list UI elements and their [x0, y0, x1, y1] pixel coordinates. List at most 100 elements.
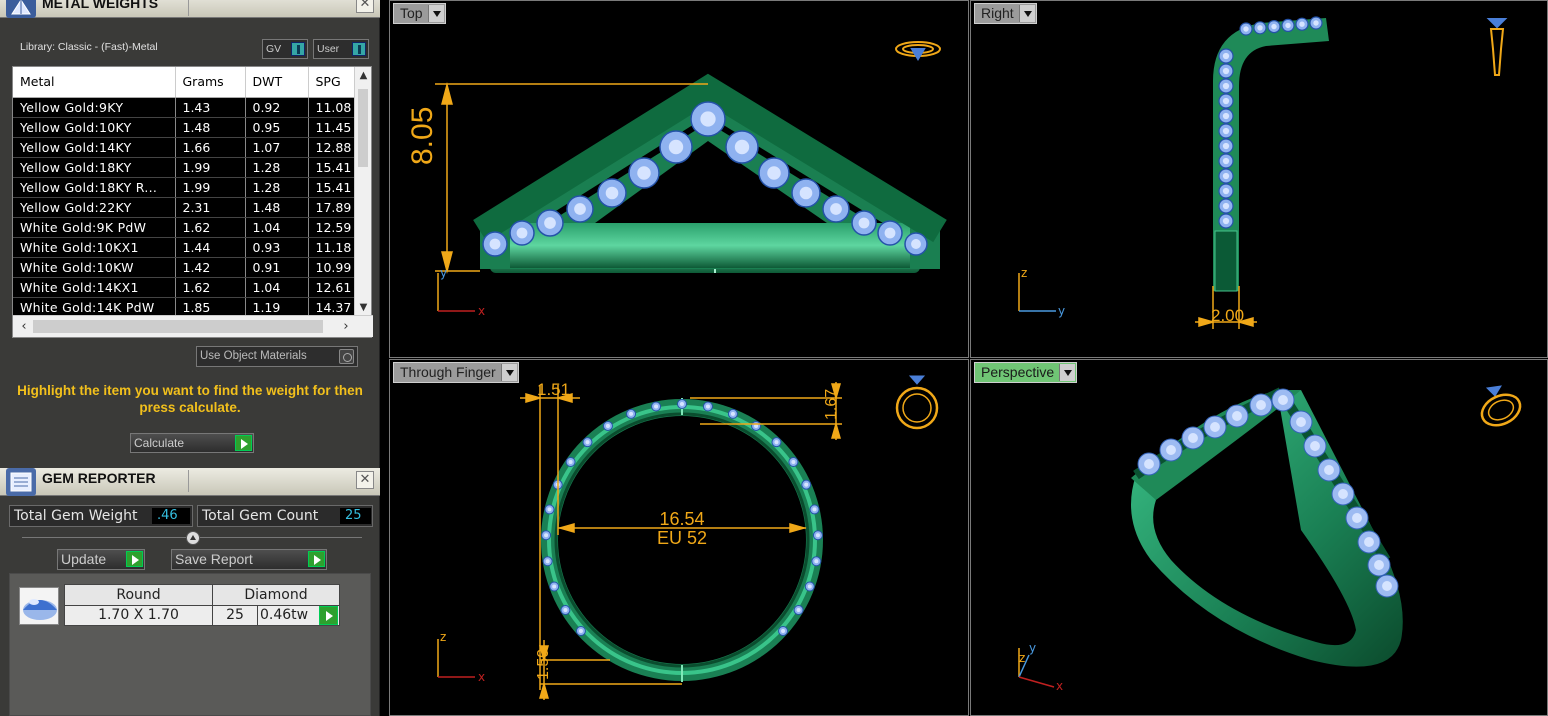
table-row[interactable]: Yellow Gold:9KY 1.43 0.92 11.08 — [13, 97, 356, 118]
calculate-button[interactable]: Calculate — [130, 433, 254, 453]
spg-cell: 11.18 — [308, 237, 356, 258]
dropdown-arrow-icon[interactable] — [427, 5, 444, 22]
table-row[interactable]: Yellow Gold:10KY 1.48 0.95 11.45 — [13, 117, 356, 138]
viewport-right[interactable]: 2.00 z y Right — [970, 0, 1548, 358]
dwt-cell: 1.48 — [245, 197, 309, 218]
gem-highlight — [1310, 441, 1320, 451]
svg-text:z: z — [440, 630, 446, 644]
svg-text:x: x — [478, 304, 485, 318]
total-gem-count-label: Total Gem Count — [202, 508, 319, 524]
gem-highlight — [799, 186, 813, 200]
tab-perspective[interactable]: Perspective — [974, 362, 1078, 383]
ring-orientation-icon — [1480, 385, 1522, 427]
gem-highlight — [1222, 142, 1230, 150]
gem-highlight — [1299, 21, 1305, 27]
tab-perspective-label: Perspective — [981, 364, 1055, 380]
column-header-grams[interactable]: Grams — [175, 67, 246, 98]
gem-highlight — [767, 166, 781, 180]
gem-highlight — [629, 411, 634, 416]
gv-toggle[interactable]: GV — [262, 39, 308, 59]
instruction-text: Highlight the item you want to find the … — [17, 383, 363, 415]
grams-cell: 2.31 — [175, 197, 246, 218]
table-row[interactable]: White Gold:14KX1 1.62 1.04 12.61 — [13, 277, 356, 298]
dimension-inner-diameter: 16.54 — [659, 509, 704, 529]
grams-cell: 1.48 — [175, 117, 246, 138]
use-object-materials-option[interactable]: Use Object Materials — [196, 346, 358, 367]
calculate-label: Calculate — [134, 436, 185, 450]
metal-table: Metal Grams DWT SPG Yellow Gold:9KY 1.43 0… — [13, 67, 356, 318]
gem-highlight — [791, 459, 796, 465]
column-header-dwt[interactable]: DWT — [245, 67, 309, 98]
gem-highlight — [637, 166, 651, 180]
scroll-up-icon[interactable]: ▲ — [355, 67, 372, 85]
play-icon[interactable] — [319, 606, 338, 625]
gem-highlight — [1285, 22, 1291, 29]
scroll-thumb[interactable] — [358, 89, 368, 167]
ring-size-label: EU 52 — [657, 528, 707, 548]
gem-row[interactable]: Round Diamond 1.70 X 1.70 25 0.46tw — [64, 584, 340, 626]
viewport-perspective[interactable]: z y x Perspective — [970, 359, 1548, 716]
total-gem-weight-value: .46 — [152, 508, 190, 524]
close-icon[interactable]: ✕ — [356, 0, 374, 13]
table-row[interactable]: White Gold:10KW 1.42 0.91 10.99 — [13, 257, 356, 278]
gem-highlight — [730, 411, 735, 416]
spg-cell: 14.37 — [308, 297, 356, 318]
metal-weights-icon — [6, 0, 36, 18]
table-row[interactable]: Yellow Gold:18KY R... 1.99 1.28 15.41 — [13, 177, 356, 198]
spg-cell: 11.45 — [308, 117, 356, 138]
gem-highlight — [1364, 537, 1374, 547]
save-report-button[interactable]: Save Report — [171, 549, 327, 570]
axis-indicator: y x — [437, 266, 485, 318]
gem-highlight — [815, 533, 820, 538]
play-icon — [308, 551, 325, 567]
metal-name-cell: White Gold:14KX1 — [13, 277, 176, 298]
grams-cell: 1.62 — [175, 277, 246, 298]
gem-highlight — [1232, 411, 1242, 421]
viewport-top[interactable]: 8.05 y x Top — [389, 0, 969, 358]
left-panel: METAL WEIGHTS ✕ Library: Classic - (Fast… — [0, 0, 380, 716]
radio-icon — [339, 349, 354, 364]
dwt-cell: 1.04 — [245, 277, 309, 298]
svg-text:y: y — [1058, 304, 1065, 318]
tab-right[interactable]: Right — [974, 3, 1037, 24]
gem-highlight — [605, 186, 619, 200]
viewport-through-finger[interactable]: 1.51 1.67 16.54 EU 52 1.50 z x Through F… — [389, 359, 969, 716]
column-header-spg[interactable]: SPG — [308, 67, 356, 98]
table-row[interactable]: White Gold:9K PdW 1.62 1.04 12.59 — [13, 217, 356, 238]
dropdown-arrow-icon[interactable] — [500, 364, 517, 381]
dwt-cell: 0.93 — [245, 237, 309, 258]
collapse-toggle-icon[interactable] — [186, 531, 200, 545]
svg-text:z: z — [1021, 266, 1027, 280]
spg-cell: 17.89 — [308, 197, 356, 218]
scroll-right-icon[interactable]: › — [337, 316, 355, 338]
tab-top[interactable]: Top — [393, 3, 446, 24]
update-button[interactable]: Update — [57, 549, 145, 570]
tab-right-label: Right — [981, 5, 1014, 21]
table-row[interactable]: White Gold:14K PdW 1.85 1.19 14.37 — [13, 297, 356, 318]
gem-highlight — [552, 584, 557, 589]
metal-name-cell: Yellow Gold:14KY — [13, 137, 176, 158]
dwt-cell: 1.28 — [245, 177, 309, 198]
table-row[interactable]: Yellow Gold:22KY 2.31 1.48 17.89 — [13, 197, 356, 218]
dropdown-arrow-icon[interactable] — [1018, 5, 1035, 22]
scroll-left-icon[interactable]: ‹ — [15, 316, 33, 338]
table-row[interactable]: White Gold:10KX1 1.44 0.93 11.18 — [13, 237, 356, 258]
user-toggle[interactable]: User — [313, 39, 369, 59]
spg-cell: 15.41 — [308, 157, 356, 178]
table-row[interactable]: Yellow Gold:14KY 1.66 1.07 12.88 — [13, 137, 356, 158]
vertical-scrollbar[interactable]: ▲ ▼ — [354, 67, 371, 317]
table-row[interactable]: Yellow Gold:18KY 1.99 1.28 15.41 — [13, 157, 356, 178]
tab-through-finger[interactable]: Through Finger — [393, 362, 519, 383]
scroll-thumb[interactable] — [33, 320, 323, 333]
gem-size: 1.70 X 1.70 — [64, 604, 213, 626]
grams-cell: 1.62 — [175, 217, 246, 238]
gem-highlight — [1222, 127, 1230, 135]
close-icon[interactable]: ✕ — [356, 471, 374, 489]
metal-name-cell: Yellow Gold:9KY — [13, 97, 176, 118]
gem-highlight — [547, 507, 552, 512]
dropdown-arrow-icon[interactable] — [1059, 364, 1076, 381]
column-header-metal[interactable]: Metal — [13, 67, 176, 98]
grams-cell: 1.42 — [175, 257, 246, 278]
dimension-left-width: 1.51 — [537, 380, 570, 399]
horizontal-scrollbar[interactable]: ‹ › — [13, 315, 373, 337]
